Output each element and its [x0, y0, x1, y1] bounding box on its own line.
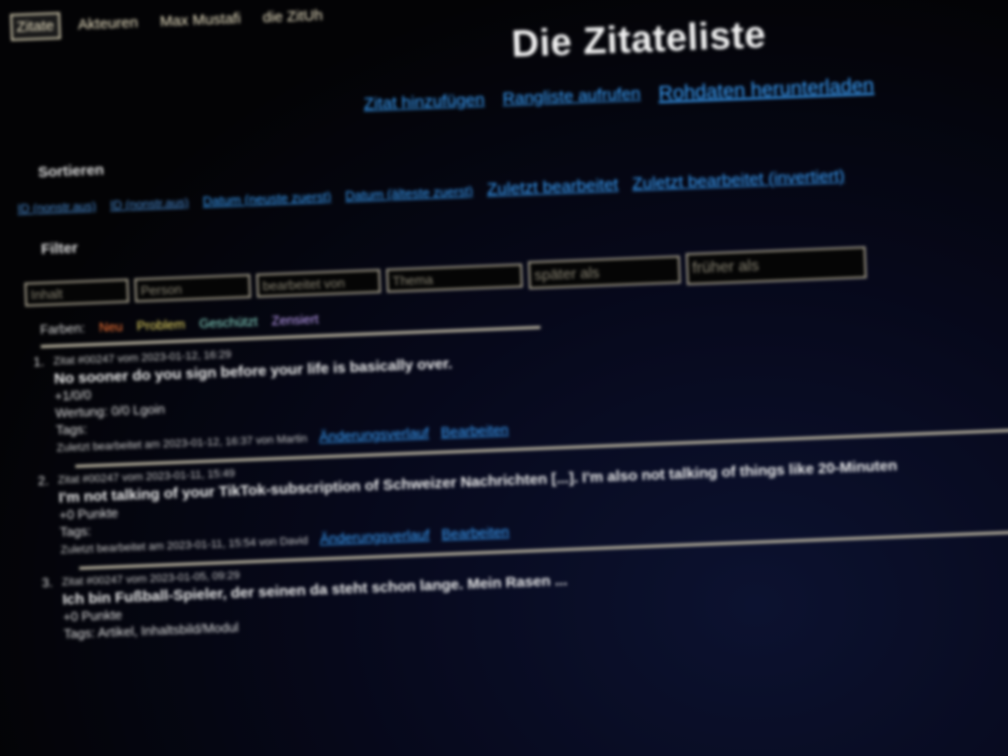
add-quote-link[interactable]: Zitat hinzufügen	[363, 90, 485, 118]
sort-last-edited-inverted-link[interactable]: Zuletzt bearbeitet (invertiert)	[632, 166, 845, 194]
sort-last-edited-link[interactable]: Zuletzt bearbeitet	[487, 175, 619, 200]
color-neu: Neu	[98, 318, 124, 335]
nav-tab-user[interactable]: Max Mustafi	[156, 7, 246, 33]
change-history-link[interactable]: Änderungsverlauf	[320, 526, 430, 546]
filter-earlier-than-input[interactable]	[685, 246, 867, 286]
nav-tab-akteuren[interactable]: Akteuren	[74, 11, 143, 37]
sort-date-newest-link[interactable]: Datum (neuste zuerst)	[202, 189, 331, 209]
color-zensiert: Zensiert	[271, 311, 319, 329]
quote-number: 1.	[33, 353, 45, 370]
edit-link[interactable]: Bearbeiten	[441, 523, 509, 542]
color-problem: Problem	[136, 316, 186, 334]
nav-tab-misc[interactable]: die ZitUh	[258, 4, 327, 30]
download-rawdata-link[interactable]: Rohdaten herunterladen	[658, 75, 874, 106]
color-geschuetzt: Geschützt	[198, 313, 258, 331]
quote-list: 1. Zitat #00247 vom 2023-01-12, 16:29 No…	[23, 316, 1008, 644]
color-legend-label: Farben:	[39, 320, 86, 338]
filter-edited-by-input[interactable]	[256, 268, 381, 298]
screen: Zitate Akteuren Max Mustafi die ZitUh Di…	[0, 0, 1008, 756]
sort-id-asc-link[interactable]: ID (nonstr.aus)	[17, 199, 96, 216]
quote-number: 2.	[37, 472, 50, 489]
filter-later-than-input[interactable]	[527, 255, 681, 290]
edit-link[interactable]: Bearbeiten	[441, 421, 509, 440]
action-links: Zitat hinzufügen Rangliste aufrufen Rohd…	[363, 69, 1008, 117]
sort-id-desc-link[interactable]: ID (nonstr.aus)	[110, 195, 189, 212]
filter-content-input[interactable]	[24, 278, 130, 307]
quote-number: 3.	[41, 574, 53, 591]
ranking-link[interactable]: Rangliste aufrufen	[502, 84, 641, 112]
page-content: Zitate Akteuren Max Mustafi die ZitUh Di…	[10, 0, 1008, 644]
filter-person-input[interactable]	[134, 273, 252, 303]
change-history-link[interactable]: Änderungsverlauf	[319, 424, 429, 444]
nav-tab-zitate[interactable]: Zitate	[10, 12, 61, 41]
sort-date-oldest-link[interactable]: Datum (älteste zuerst)	[345, 183, 473, 203]
filter-topic-input[interactable]	[386, 263, 523, 293]
